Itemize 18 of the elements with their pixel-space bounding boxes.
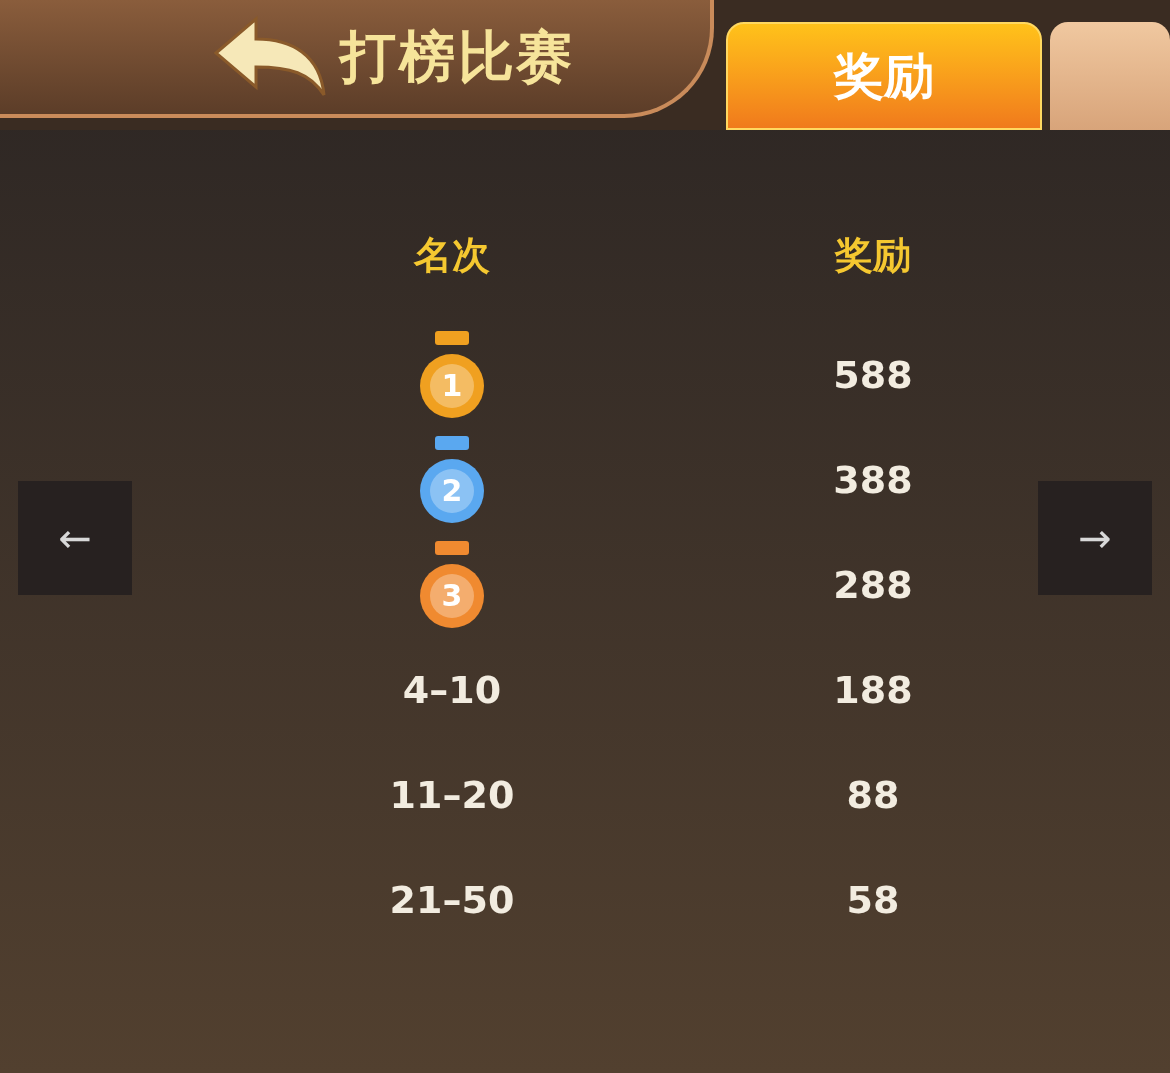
reward-amount: 588 [833, 352, 913, 399]
reward-amount: 188 [833, 667, 913, 714]
medal-number: 2 [440, 471, 464, 510]
previous-button[interactable]: ← [18, 481, 132, 595]
column-header: 奖励 [835, 231, 911, 279]
next-button[interactable]: → [1038, 481, 1152, 595]
medal-number: 1 [440, 366, 464, 405]
reward-amount: 288 [833, 562, 913, 609]
reward-amount: 58 [846, 877, 900, 924]
medal-number: 3 [440, 576, 464, 615]
rank-range: 11–20 [389, 772, 515, 819]
reward-amount: 88 [846, 772, 900, 819]
rank-range: 4–10 [402, 667, 502, 714]
rank-range: 21–50 [389, 877, 515, 924]
column-header: 名次 [414, 231, 490, 279]
page-title: 打榜比赛 [340, 23, 576, 91]
reward-amount: 388 [833, 457, 913, 504]
back-icon[interactable] [212, 15, 328, 99]
